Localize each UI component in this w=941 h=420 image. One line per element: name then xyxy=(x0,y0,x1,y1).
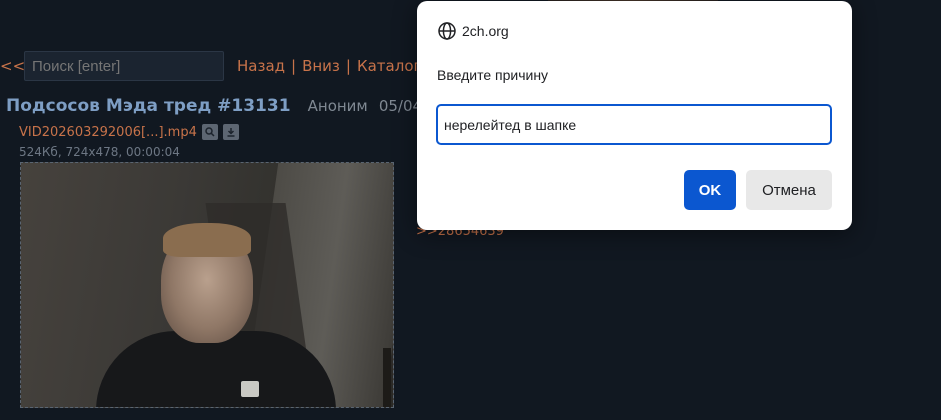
nav-separator: | xyxy=(291,57,297,75)
search-icon[interactable] xyxy=(201,124,218,140)
video-frame-person-hair xyxy=(163,223,251,257)
thread-header: Подсосов Мэда тред #13131 Аноним 05/04/2… xyxy=(6,96,446,116)
nav-bar: << Назад | Вниз | Каталог xyxy=(0,50,421,82)
file-meta: 524Кб, 724x478, 00:00:04 xyxy=(19,145,180,159)
thread-title: Подсосов Мэда тред #13131 xyxy=(6,96,291,116)
file-name-link[interactable]: VID202603292006[...].mp4 xyxy=(19,125,197,140)
download-icon[interactable] xyxy=(222,124,239,140)
dialog-origin-text: 2ch.org xyxy=(462,23,509,39)
video-thumbnail[interactable] xyxy=(20,162,394,408)
reason-input[interactable] xyxy=(436,104,832,145)
post-author: Аноним xyxy=(307,97,368,115)
cancel-button[interactable]: Отмена xyxy=(746,170,832,210)
nav-separator: | xyxy=(345,57,351,75)
dialog-origin: 2ch.org xyxy=(437,21,509,41)
dialog-message: Введите причину xyxy=(437,67,549,83)
video-frame-door xyxy=(383,348,391,407)
search-input[interactable] xyxy=(24,51,224,81)
nav-back-arrow[interactable]: << xyxy=(0,57,25,75)
nav-link-catalog[interactable]: Каталог xyxy=(357,57,421,75)
prompt-dialog: 2ch.org Введите причину OK Отмена xyxy=(417,1,852,230)
nav-links: Назад | Вниз | Каталог xyxy=(237,57,421,75)
nav-link-down[interactable]: Вниз xyxy=(302,57,340,75)
video-frame-logo xyxy=(241,381,259,397)
file-info-row: VID202603292006[...].mp4 xyxy=(19,124,239,140)
globe-icon xyxy=(438,22,456,40)
nav-link-back[interactable]: Назад xyxy=(237,57,285,75)
ok-button[interactable]: OK xyxy=(684,170,736,210)
